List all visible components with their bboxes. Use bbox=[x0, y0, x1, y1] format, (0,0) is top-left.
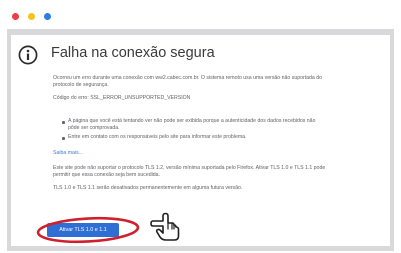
bullet-2: Entre em contato com os responsáveis pel… bbox=[68, 134, 247, 140]
tls-info-line-2: permitir que essa conexão seja bem suced… bbox=[53, 172, 160, 178]
error-description-line-2: protocolo de segurança. bbox=[53, 82, 109, 88]
error-description-line-1: Ocorreu um erro durante uma conexão com … bbox=[53, 75, 323, 81]
minimize-window-button[interactable] bbox=[28, 13, 35, 20]
bullet-dot bbox=[62, 121, 65, 124]
error-code: Código do erro: SSL_ERROR_UNSUPPORTED_VE… bbox=[53, 95, 191, 101]
page-title: Falha na conexão segura bbox=[51, 45, 215, 61]
bullet-dot bbox=[62, 137, 65, 140]
bullet-1-line-2: pôde ser comprovada. bbox=[68, 125, 120, 131]
close-window-button[interactable] bbox=[12, 13, 19, 20]
hand-pointer-icon bbox=[150, 212, 180, 241]
bullet-1-line-1: A página que você está tentando ver não … bbox=[68, 118, 316, 124]
zoom-window-button[interactable] bbox=[44, 13, 51, 20]
tls-info-line-1: Este site pode não suportar o protocolo … bbox=[53, 165, 326, 171]
learn-more-link[interactable]: Saiba mais... bbox=[53, 150, 83, 157]
highlight-ellipse bbox=[36, 216, 140, 244]
info-icon bbox=[18, 45, 38, 65]
tls-deprecation-note: TLS 1.0 e TLS 1.1 serão desativados perm… bbox=[53, 185, 243, 191]
